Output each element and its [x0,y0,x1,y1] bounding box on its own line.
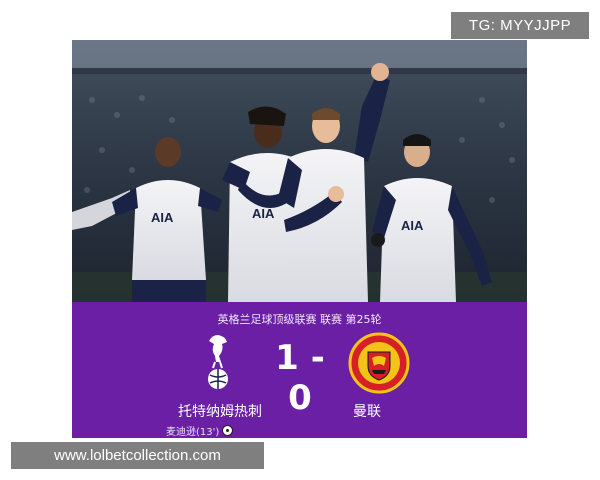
sponsor-text: AIA [151,210,174,225]
football-icon [222,425,234,436]
home-score: 1 [275,338,299,378]
celebration-photo: AIA AIA AIA [72,40,527,302]
url-watermark: www.lolbetcollection.com [11,442,264,469]
away-score: 0 [288,378,312,418]
match-result-card: AIA AIA AIA 英格兰足球顶级联赛 联赛 第25轮 1 - 0 托特纳姆… [72,40,527,438]
away-team-name: 曼联 [353,404,381,420]
home-team-name: 托特纳姆热刺 [178,404,262,420]
score-panel: 英格兰足球顶级联赛 联赛 第25轮 1 - 0 托特纳姆热刺 曼联 麦迪逊(13… [72,302,527,438]
svg-text:AIA: AIA [252,206,275,221]
goal-scorer: 麦迪逊(13') [166,423,326,438]
scorer-name: 麦迪逊(13') [166,427,220,438]
tg-watermark: TG: MYYJJPP [451,12,589,39]
score-separator: - [310,338,325,378]
tottenham-crest-icon [203,332,233,392]
svg-text:AIA: AIA [401,218,424,233]
manchester-united-crest-icon [348,332,410,394]
league-round: 英格兰足球顶级联赛 联赛 第25轮 [217,313,382,326]
